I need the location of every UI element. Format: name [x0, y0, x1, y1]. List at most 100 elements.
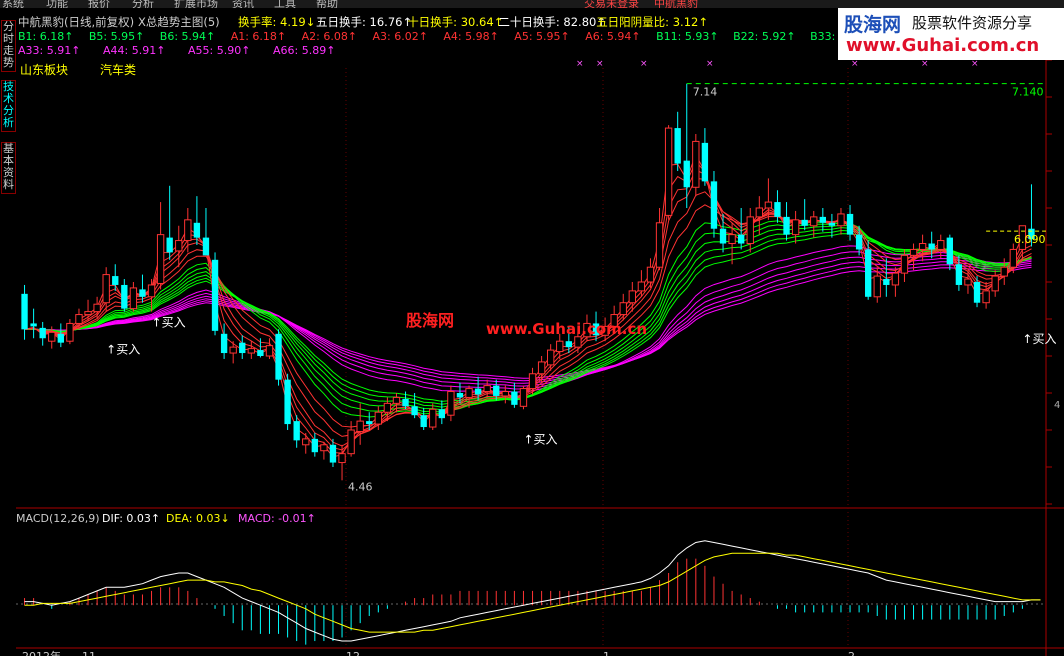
ma-value-B6: B6: 5.94↑ [160, 30, 215, 43]
candle-body [121, 284, 128, 309]
candle-body [356, 420, 364, 432]
stock-name-menu: 中航黑豹 [654, 0, 698, 8]
candle-body [229, 346, 237, 354]
date-label: 2012年 [22, 649, 61, 656]
candle-body [139, 289, 146, 297]
candle-body [493, 385, 500, 396]
ma-value-A6: A6: 5.94↑ [585, 30, 640, 43]
ma-value-A66: A66: 5.89↑ [273, 44, 335, 57]
candle-body [728, 234, 736, 245]
tab-fundamental[interactable]: 基本资料 [1, 142, 16, 194]
ma-value-A3: A3: 6.02↑ [373, 30, 428, 43]
candle-body [746, 216, 754, 245]
ma-value-B22: B22: 5.92↑ [733, 30, 795, 43]
candle-body [265, 345, 274, 357]
candle-body [783, 216, 790, 235]
turnover-stat-2: 十日换手: 30.64↑ [407, 15, 503, 29]
candle-body [474, 388, 482, 395]
turnover-stat-4: 五日阳阴量比: 3.12↑ [596, 15, 708, 29]
candle-body [719, 228, 727, 244]
tab-technical[interactable]: 技术分析 [1, 80, 16, 132]
menu-system[interactable]: 系统 [2, 0, 24, 8]
candle-body [129, 287, 138, 310]
trade-status[interactable]: 交易未登录 [584, 0, 639, 8]
candle-body [801, 219, 808, 226]
ma-value-A1: A1: 6.18↑ [231, 30, 286, 43]
candle-body [39, 327, 46, 339]
candle-body [347, 429, 355, 455]
top-marker: × [971, 59, 979, 69]
candle-body [883, 279, 890, 285]
turnover-stat-3: 二十日换手: 82.80↑ [498, 15, 606, 29]
candle-body [338, 453, 346, 464]
candle-body [293, 421, 300, 441]
candle-body [764, 201, 773, 209]
menu-help[interactable]: 帮助 [316, 0, 338, 8]
top-marker: × [851, 59, 859, 69]
ma-value-B5: B5: 5.95↑ [89, 30, 144, 43]
turnover-stat-0: 换手率: 4.19↓ [238, 15, 315, 29]
candle-body [175, 240, 183, 252]
ma-value-A4: A4: 5.98↑ [443, 30, 498, 43]
candle-body [483, 385, 491, 393]
menu-news[interactable]: 资讯 [232, 0, 254, 8]
kline-chart[interactable]: 换手率: 4.19↓ 五日换手: 16.76↑十日换手: 30.64↑二十日换手:… [16, 8, 1064, 656]
side-tabs: 分时走势 技术分析 基本资料 [0, 8, 17, 656]
candle-body [628, 290, 636, 304]
logo-url: www.Guhai.com.cn [846, 35, 1040, 56]
ma-value-A33: A33: 5.91↑ [18, 44, 80, 57]
candle-body [392, 396, 401, 404]
buy-signal: ↑买入 [1022, 332, 1056, 346]
tab-intraday[interactable]: 分时走势 [1, 20, 16, 72]
candle-body [837, 213, 845, 227]
candle-body [501, 391, 509, 397]
buy-signal: ↑买入 [523, 433, 557, 447]
candle-body [102, 274, 110, 304]
chart-title: 中航黑豹(日线,前复权) [18, 15, 135, 29]
candle-body [828, 222, 836, 226]
menu-quote[interactable]: 报价 [88, 0, 110, 8]
menu-analysis[interactable]: 分析 [132, 0, 154, 8]
candle-body [147, 284, 156, 298]
candle-body [873, 275, 881, 298]
candle-body [84, 311, 92, 316]
last-price-right: 6.090 [1014, 233, 1046, 246]
site-logo: 股海网 股票软件资源分享 www.Guhai.com.cn [838, 8, 1064, 60]
macd-label: MACD: -0.01↑ [238, 512, 316, 525]
candle-body [556, 340, 564, 353]
menu-tools[interactable]: 工具 [274, 0, 296, 8]
candle-body [900, 254, 909, 274]
candle-body [93, 303, 101, 313]
candle-body [664, 127, 673, 216]
candle-body [710, 181, 718, 229]
industry-label: 汽车类 [100, 62, 136, 77]
high-price-label: 7.14 [693, 86, 718, 99]
candle-body [755, 207, 763, 218]
candle-body [791, 219, 800, 236]
candle-body [257, 350, 264, 356]
candle-body [565, 341, 572, 348]
menu-function[interactable]: 功能 [46, 0, 68, 8]
candle-body [465, 388, 473, 398]
buy-signal: ↑买入 [106, 342, 140, 356]
candle-body [329, 444, 337, 463]
top-marker: × [921, 59, 929, 69]
watermark-cn: 股海网 [406, 311, 454, 330]
candle-body [374, 411, 382, 425]
candle-body [982, 290, 990, 304]
candle-body [66, 322, 74, 342]
turnover-stat-1: 五日换手: 16.76↑ [316, 15, 412, 29]
sector-label: 山东板块 [20, 63, 68, 77]
candle-body [810, 216, 818, 227]
candle-body [918, 243, 927, 250]
scale-mark: 4 [1054, 400, 1060, 411]
date-label: 2 [848, 650, 855, 656]
candle-body [30, 323, 37, 327]
candle-body [311, 438, 318, 453]
macd-name: MACD(12,26,9) [16, 512, 100, 525]
logo-slogan: 股票软件资源分享 [912, 14, 1033, 32]
candle-body [637, 281, 646, 292]
candle-body [909, 248, 918, 256]
candle-body [1000, 266, 1008, 277]
menu-extended[interactable]: 扩展市场 [174, 0, 218, 8]
